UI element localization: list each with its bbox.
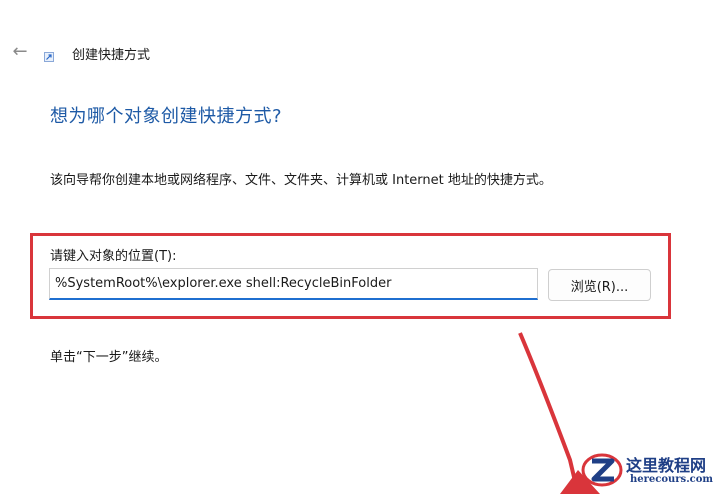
next-hint: 单击“下一步”继续。 [50, 350, 168, 365]
arrow-left-icon: ← [12, 41, 28, 62]
watermark-title: 这里教程网 [626, 456, 707, 475]
shortcut-icon [44, 52, 54, 62]
watermark-url: herecours.com [630, 474, 714, 485]
wizard-title: 创建快捷方式 [72, 48, 151, 63]
location-label: 请键入对象的位置(T): [50, 249, 177, 264]
watermark-logo-icon [581, 453, 623, 487]
page-heading: 想为哪个对象创建快捷方式? [50, 106, 283, 127]
browse-button[interactable]: 浏览(R)... [548, 269, 651, 301]
wizard-description: 该向导帮你创建本地或网络程序、文件、文件夹、计算机或 Internet 地址的快… [50, 173, 552, 188]
watermark: 这里教程网 herecours.com [580, 448, 725, 492]
back-button[interactable]: ← [8, 42, 32, 62]
location-input[interactable] [49, 268, 538, 300]
